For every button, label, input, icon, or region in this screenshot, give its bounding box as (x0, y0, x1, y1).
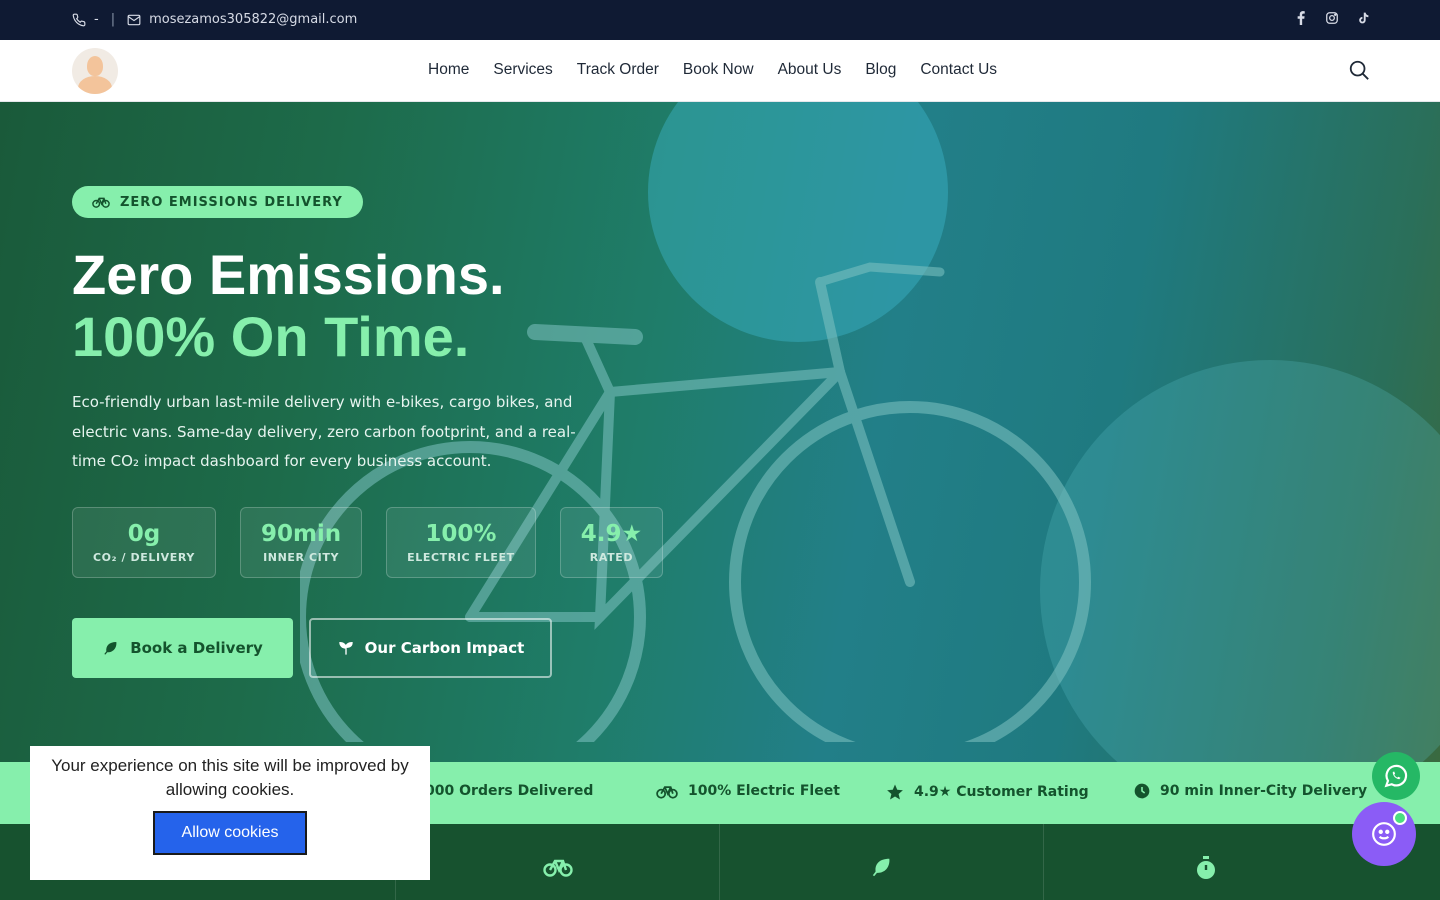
hero-stats: 0g CO₂ / DELIVERY 90min INNER CITY 100% … (72, 507, 664, 578)
search-button[interactable] (1348, 59, 1370, 85)
highlight-text: 4,000 Orders Delivered (410, 783, 594, 799)
stat-label: RATED (589, 551, 634, 564)
bicycle-icon (543, 859, 573, 877)
avatar-head (87, 56, 103, 76)
hero-badge: ZERO EMISSIONS DELIVERY (72, 186, 363, 218)
stopwatch-icon (1197, 856, 1215, 879)
stat-value: 4.9★ (580, 521, 643, 547)
hero-title-line1: Zero Emissions. (72, 243, 505, 306)
whatsapp-icon (1384, 764, 1408, 788)
nav-track-order[interactable]: Track Order (577, 61, 659, 79)
carbon-impact-label: Our Carbon Impact (364, 639, 525, 657)
book-delivery-label: Book a Delivery (130, 639, 263, 657)
nav-menu: Home Services Track Order Book Now About… (428, 61, 997, 79)
hero-description: Eco-friendly urban last-mile delivery wi… (72, 393, 576, 470)
bicycle-icon (656, 785, 678, 799)
stat-label: INNER CITY (263, 551, 340, 564)
nav-contact-us[interactable]: Contact Us (920, 61, 997, 79)
stat-card: 90min INNER CITY (239, 507, 363, 578)
stat-label: CO₂ / DELIVERY (93, 551, 195, 564)
whatsapp-button[interactable] (1372, 752, 1420, 800)
stat-value: 90min (260, 521, 342, 547)
facebook-icon[interactable] (1295, 11, 1307, 25)
highlight-item: 4.9★ Customer Rating (886, 783, 1089, 801)
highlight-text: 4.9★ Customer Rating (914, 784, 1089, 800)
bicycle-icon (92, 197, 110, 208)
nav-about-us[interactable]: About Us (778, 61, 842, 79)
book-delivery-button[interactable]: Book a Delivery (72, 618, 293, 678)
chat-widget-button[interactable] (1352, 802, 1416, 866)
tiktok-icon[interactable] (1357, 11, 1370, 25)
top-bar: - | mosezamos305822@gmail.com (0, 0, 1440, 40)
stat-value: 100% (425, 521, 497, 547)
highlight-text: 90 min Inner-City Delivery (1160, 783, 1368, 799)
hero-badge-text: ZERO EMISSIONS DELIVERY (120, 194, 343, 210)
cookie-message: Your experience on this site will be imp… (51, 756, 409, 799)
highlight-item: 90 min Inner-City Delivery (1134, 783, 1367, 799)
star-icon (887, 784, 903, 800)
stat-card: 4.9★ RATED (559, 507, 664, 578)
phone-icon (72, 13, 86, 26)
highlight-text: 100% Electric Fleet (688, 783, 840, 799)
search-icon (1349, 60, 1369, 80)
avatar-body (78, 76, 112, 94)
hero-title-line2: 100% On Time. (72, 305, 470, 368)
smile-icon (1372, 822, 1396, 846)
email-link[interactable]: mosezamos305822@gmail.com (149, 12, 357, 27)
phone-number[interactable]: - (94, 12, 99, 27)
separator: | (110, 12, 116, 27)
mail-icon (127, 14, 141, 25)
instagram-icon[interactable] (1325, 11, 1339, 25)
seedling-icon (339, 641, 353, 655)
highlight-item: 4,000 Orders Delivered (410, 783, 593, 799)
column-divider (1043, 824, 1044, 900)
stat-card: 100% ELECTRIC FLEET (386, 507, 536, 578)
stat-value: 0g (127, 521, 161, 547)
allow-cookies-button[interactable]: Allow cookies (153, 811, 307, 855)
highlight-item: 100% Electric Fleet (656, 783, 840, 799)
nav-services[interactable]: Services (493, 61, 552, 79)
nav-blog[interactable]: Blog (865, 61, 896, 79)
carbon-impact-button[interactable]: Our Carbon Impact (309, 618, 552, 678)
main-nav: Home Services Track Order Book Now About… (0, 40, 1440, 102)
column-divider (719, 824, 720, 900)
online-status-dot (1393, 811, 1407, 825)
contact-info: - | mosezamos305822@gmail.com (72, 12, 357, 27)
nav-book-now[interactable]: Book Now (683, 61, 754, 79)
cookie-banner: Your experience on this site will be imp… (30, 746, 430, 880)
clock-icon (1134, 783, 1150, 799)
stat-card: 0g CO₂ / DELIVERY (72, 507, 216, 578)
leaf-icon (104, 642, 117, 655)
leaf-icon (872, 858, 890, 877)
social-links (1295, 11, 1370, 25)
site-logo[interactable] (72, 48, 118, 94)
stat-label: ELECTRIC FLEET (407, 551, 515, 564)
hero-section: ZERO EMISSIONS DELIVERY Zero Emissions. … (0, 102, 1440, 762)
nav-home[interactable]: Home (428, 61, 469, 79)
